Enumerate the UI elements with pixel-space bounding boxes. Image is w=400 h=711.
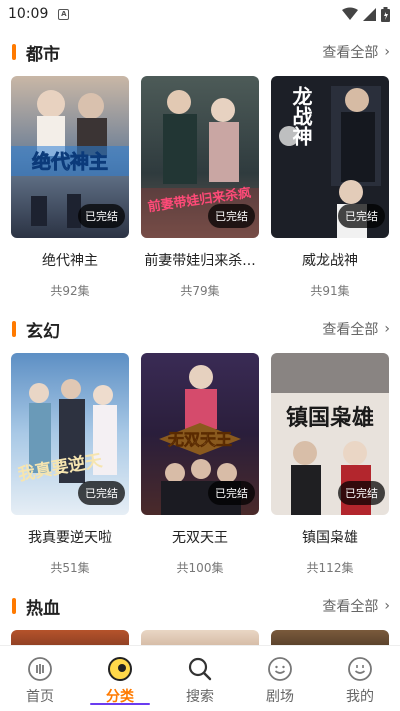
status-bar: 10:09 A — [0, 0, 400, 28]
episode-count: 共92集 — [50, 284, 90, 298]
tab-home[interactable]: 首页 — [0, 646, 80, 711]
status-badge: 已完结 — [208, 481, 255, 505]
category-icon — [108, 657, 132, 681]
drama-title[interactable]: 威龙战神 — [302, 250, 358, 270]
status-time: 10:09 — [8, 6, 49, 22]
home-icon — [28, 657, 52, 681]
drama-poster[interactable]: 我真要逆天 已完结 — [11, 353, 129, 515]
chevron-right-icon: › — [384, 44, 390, 60]
status-badge: 已完结 — [338, 204, 385, 228]
section-accent-bar — [12, 44, 16, 60]
poster-title-text: 龙战神 — [289, 85, 313, 147]
drama-title[interactable]: 绝代神主 — [42, 250, 98, 270]
drama-poster[interactable] — [271, 630, 389, 645]
status-badge: 已完结 — [78, 481, 125, 505]
theater-icon — [268, 657, 292, 681]
view-all-label: 查看全部 — [322, 45, 379, 61]
section-header: 热血 查看全部 › — [0, 582, 400, 630]
drama-poster[interactable] — [11, 630, 129, 645]
signal-icon — [363, 7, 376, 21]
search-icon — [188, 657, 212, 681]
poster-title-text: 绝代神主 — [32, 150, 108, 173]
drama-poster[interactable]: 绝代神主 已完结 — [11, 76, 129, 238]
wifi-icon — [342, 7, 358, 20]
drama-title[interactable]: 前妻带娃归来杀... — [144, 250, 255, 270]
active-tab-indicator — [90, 703, 150, 705]
episode-count: 共79集 — [180, 284, 220, 298]
tab-search[interactable]: 搜索 — [160, 646, 240, 711]
drama-poster[interactable]: 龙战神 已完结 — [271, 76, 389, 238]
episode-count: 共51集 — [50, 561, 90, 575]
drama-card[interactable]: 我真要逆天 已完结 我真要逆天啦 共51集 — [11, 353, 129, 576]
status-badge: 已完结 — [78, 204, 125, 228]
drama-card[interactable]: 无双天王 已完结 无双天王 共100集 — [141, 353, 259, 576]
episode-count: 共91集 — [310, 284, 350, 298]
view-all-label: 查看全部 — [322, 599, 379, 615]
section-header: 都市 查看全部 › — [0, 28, 400, 76]
notification-icon: A — [58, 8, 70, 20]
tab-label: 搜索 — [186, 689, 214, 705]
tab-profile[interactable]: 我的 — [320, 646, 400, 711]
drama-poster[interactable] — [141, 630, 259, 645]
section-title: 都市 — [26, 44, 60, 65]
status-badge: 已完结 — [338, 481, 385, 505]
drama-poster[interactable]: 镇国枭雄 已完结 — [271, 353, 389, 515]
tab-label: 剧场 — [266, 689, 294, 705]
section-title: 热血 — [26, 598, 60, 619]
episode-count: 共100集 — [176, 561, 224, 575]
view-all-label: 查看全部 — [322, 322, 379, 338]
category-content[interactable]: 都市 查看全部 › 绝代神主 已完结 绝代神主 共92集 前妻带娃归来杀疯 已完… — [0, 28, 400, 645]
tab-label: 首页 — [26, 689, 54, 705]
tab-label: 我的 — [346, 689, 374, 705]
section-fantasy: 玄幻 查看全部 › 我真要逆天 已完结 我真要逆天啦 共51集 无双天王 已完结… — [0, 305, 400, 576]
status-badge: 已完结 — [208, 204, 255, 228]
drama-card[interactable]: 绝代神主 已完结 绝代神主 共92集 — [11, 76, 129, 299]
section-passion: 热血 查看全部 › — [0, 582, 400, 645]
poster-title-text: 无双天王 — [167, 430, 232, 449]
drama-title[interactable]: 镇国枭雄 — [302, 527, 358, 547]
tab-theater[interactable]: 剧场 — [240, 646, 320, 711]
view-all-button[interactable]: 查看全部 › — [322, 42, 390, 62]
drama-card[interactable]: 龙战神 已完结 威龙战神 共91集 — [271, 76, 389, 299]
battery-icon — [381, 6, 390, 22]
drama-title[interactable]: 我真要逆天啦 — [28, 527, 112, 547]
chevron-right-icon: › — [384, 321, 390, 337]
poster-title-text: 镇国枭雄 — [286, 405, 374, 431]
bottom-tab-bar: 首页 分类 搜索 剧场 我的 — [0, 645, 400, 711]
drama-title[interactable]: 无双天王 — [172, 527, 228, 547]
section-title: 玄幻 — [26, 321, 60, 342]
profile-icon — [348, 657, 372, 681]
drama-card[interactable]: 镇国枭雄 已完结 镇国枭雄 共112集 — [271, 353, 389, 576]
section-urban: 都市 查看全部 › 绝代神主 已完结 绝代神主 共92集 前妻带娃归来杀疯 已完… — [0, 28, 400, 299]
section-accent-bar — [12, 321, 16, 337]
drama-poster[interactable]: 无双天王 已完结 — [141, 353, 259, 515]
chevron-right-icon: › — [384, 598, 390, 614]
tab-category[interactable]: 分类 — [80, 646, 160, 711]
drama-poster[interactable]: 前妻带娃归来杀疯 已完结 — [141, 76, 259, 238]
episode-count: 共112集 — [306, 561, 354, 575]
view-all-button[interactable]: 查看全部 › — [322, 319, 390, 339]
view-all-button[interactable]: 查看全部 › — [322, 596, 390, 616]
section-header: 玄幻 查看全部 › — [0, 305, 400, 353]
section-accent-bar — [12, 598, 16, 614]
drama-card[interactable]: 前妻带娃归来杀疯 已完结 前妻带娃归来杀... 共79集 — [141, 76, 259, 299]
